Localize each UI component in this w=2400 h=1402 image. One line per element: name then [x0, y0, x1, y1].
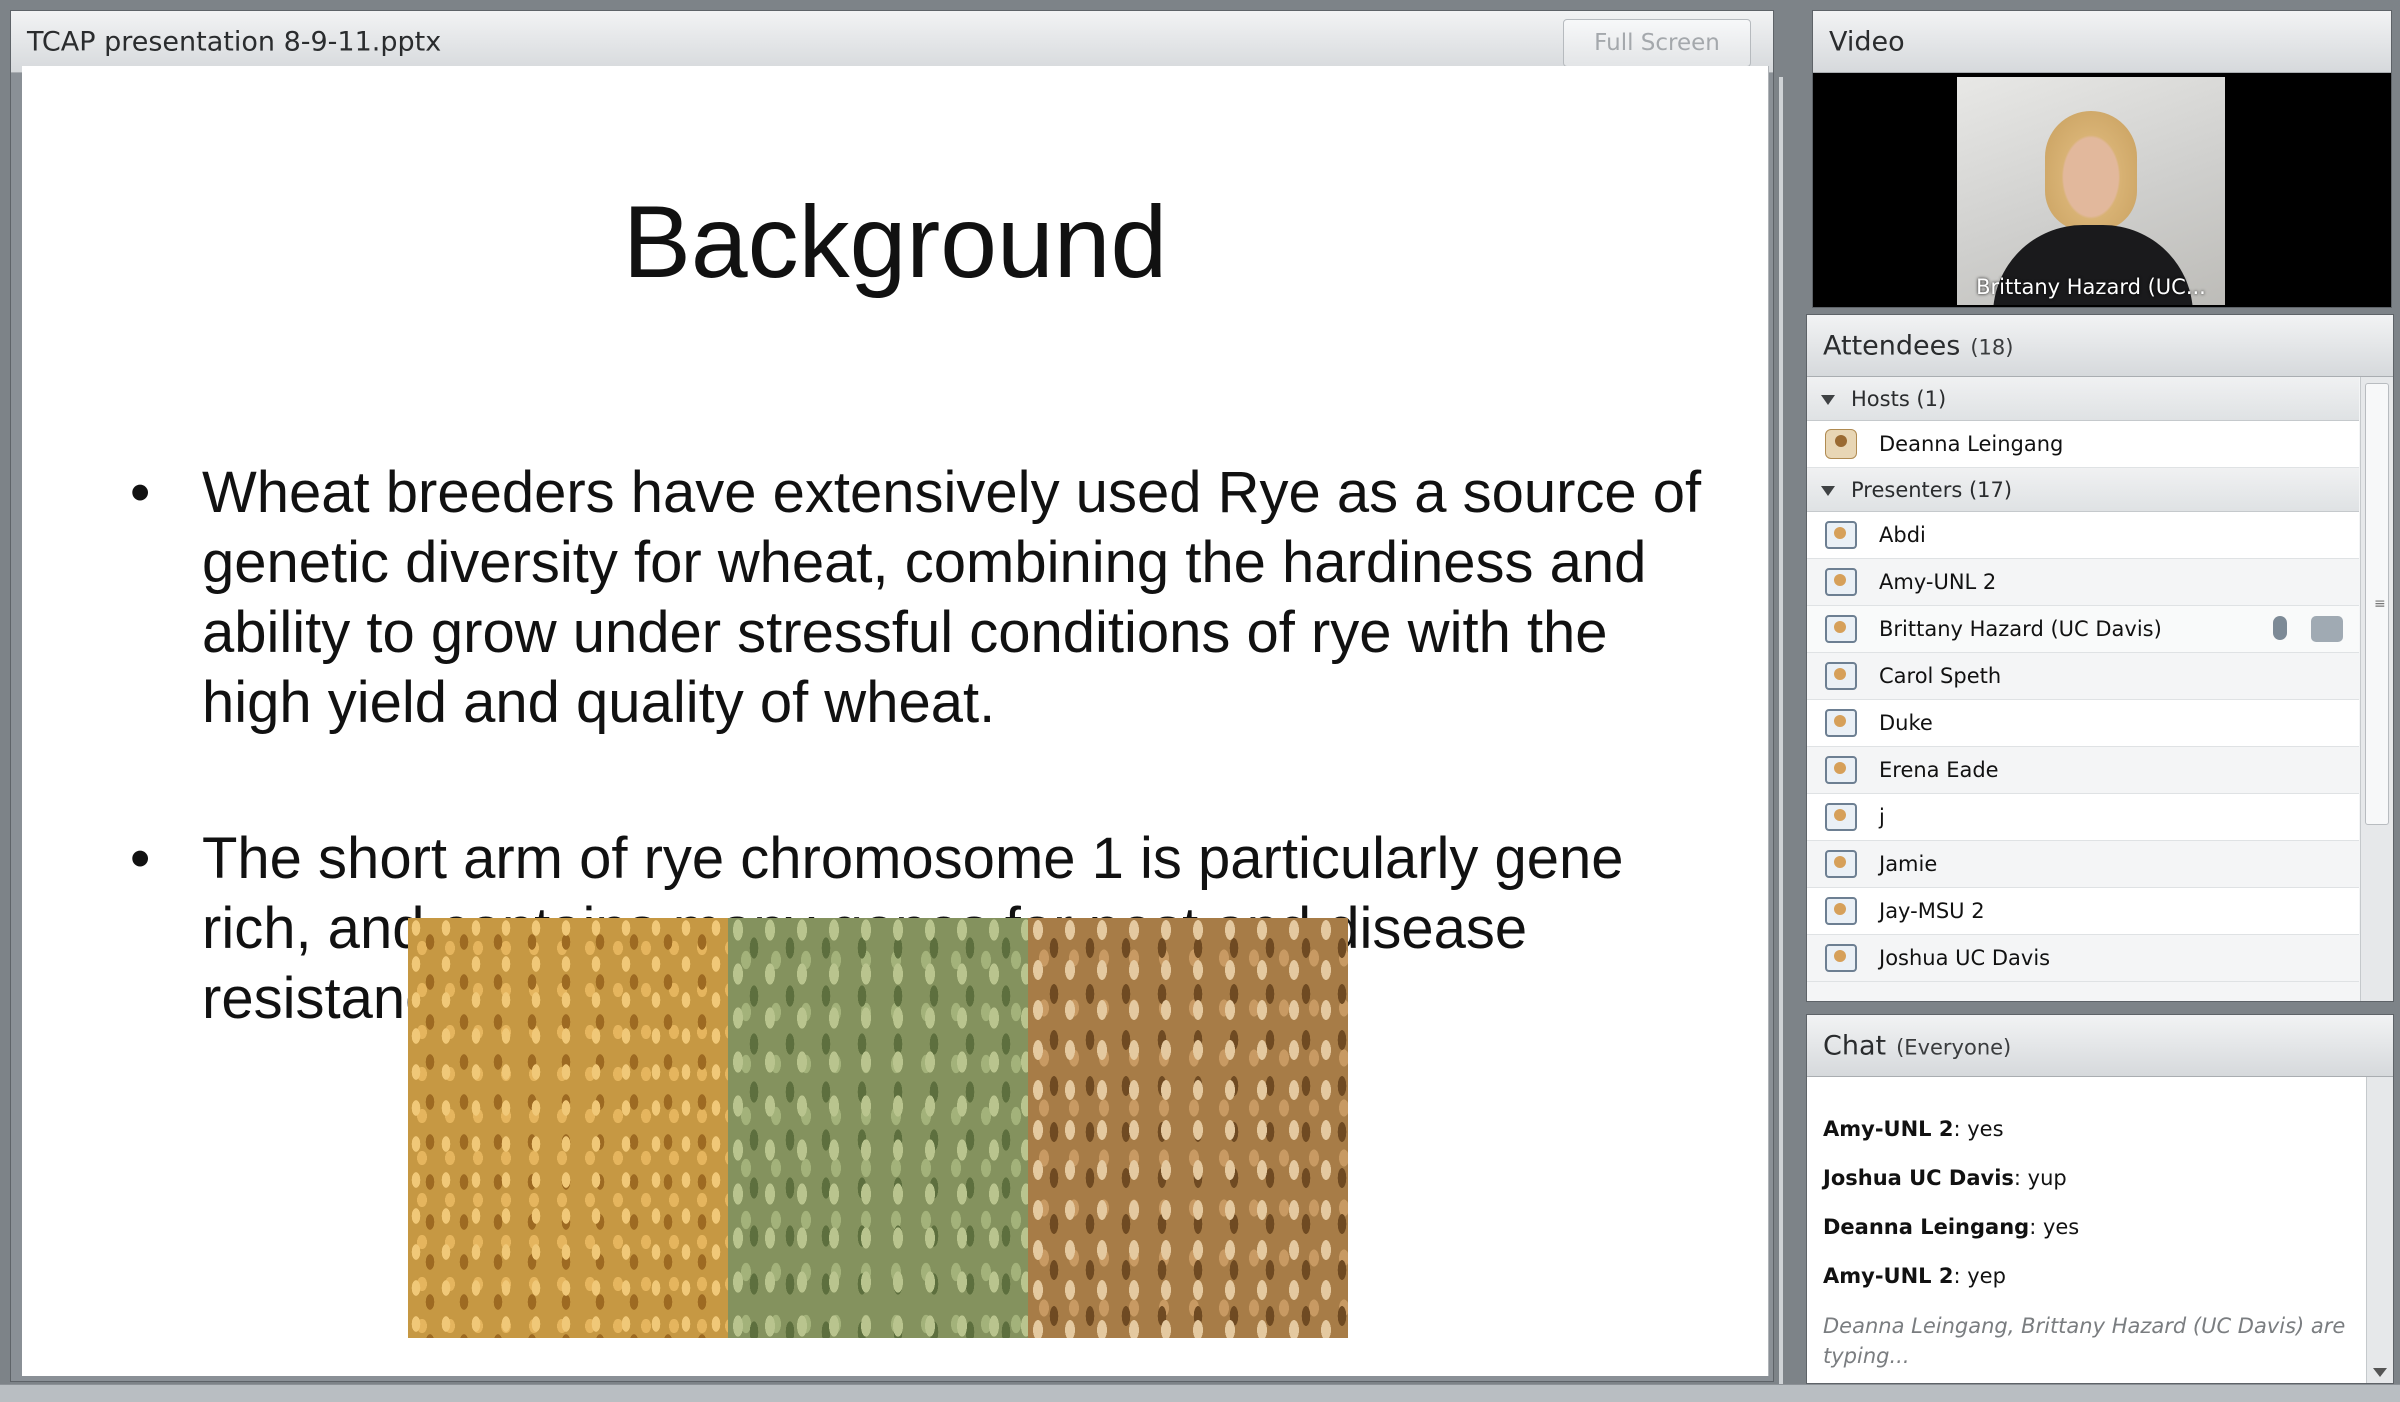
chat-header: Chat (Everyone)	[1807, 1015, 2393, 1077]
chat-text: yes	[2042, 1215, 2080, 1239]
hosts-group-header[interactable]: Hosts (1)	[1807, 377, 2359, 421]
attendee-name: Abdi	[1879, 523, 1926, 547]
presenter-icon	[1825, 897, 1857, 925]
presenter-icon	[1825, 803, 1857, 831]
host-icon	[1825, 429, 1857, 459]
chat-scrollbar[interactable]	[2366, 1077, 2393, 1383]
presenter-icon	[1825, 850, 1857, 878]
attendee-row[interactable]: Deanna Leingang	[1807, 421, 2359, 468]
chat-text: yep	[1967, 1264, 2006, 1288]
chat-sender: Deanna Leingang	[1823, 1215, 2030, 1239]
slide-bullet-text: Wheat breeders have extensively used Rye…	[202, 460, 1702, 735]
collapse-triangle-icon[interactable]	[1821, 486, 1835, 496]
scroll-grip-icon: ≡	[2374, 596, 2386, 612]
wheat-grain-image	[408, 918, 728, 1338]
presenter-icon	[1825, 709, 1857, 737]
attendees-scrollbar[interactable]: ≡	[2360, 377, 2393, 1001]
presenter-icon	[1825, 756, 1857, 784]
chat-pod: Chat (Everyone) Amy-UNL 2: yes Joshua UC …	[1806, 1014, 2394, 1384]
attendee-name: Amy-UNL 2	[1879, 570, 1997, 594]
chat-title: Chat	[1823, 1030, 1887, 1061]
attendee-name: Jay-MSU 2	[1879, 899, 1985, 923]
attendees-header: Attendees (18)	[1807, 315, 2393, 377]
fullscreen-button[interactable]: Full Screen	[1563, 19, 1751, 67]
bullet-icon: •	[130, 826, 151, 891]
chat-message: Amy-UNL 2: yes	[1823, 1117, 2004, 1141]
presenter-icon	[1825, 662, 1857, 690]
attendee-name: Jamie	[1879, 852, 1938, 876]
microphone-icon	[2273, 616, 2287, 640]
attendee-name: Carol Speth	[1879, 664, 2002, 688]
video-speaker-name: Brittany Hazard (UC...	[1976, 275, 2206, 299]
presenter-icon	[1825, 944, 1857, 972]
presenter-icon	[1825, 521, 1857, 549]
presentation-file-title: TCAP presentation 8-9-11.pptx	[27, 26, 442, 57]
chat-title-wrap: Chat (Everyone)	[1823, 1030, 2011, 1061]
slide-scrollbar[interactable]	[1779, 77, 1783, 1387]
attendee-row[interactable]: Joshua UC Davis	[1807, 935, 2359, 982]
presenters-group-label: Presenters (17)	[1851, 478, 2013, 502]
bottom-status-strip	[0, 1384, 2400, 1402]
scroll-down-arrow-icon[interactable]	[2373, 1368, 2387, 1377]
speaker-head	[2045, 111, 2137, 231]
attendees-scroll-thumb[interactable]: ≡	[2365, 383, 2389, 825]
attendee-name: Deanna Leingang	[1879, 432, 2064, 456]
attendee-row[interactable]: Abdi	[1807, 512, 2359, 559]
chat-message: Joshua UC Davis: yup	[1823, 1166, 2067, 1190]
attendee-name: Erena Eade	[1879, 758, 1999, 782]
webcam-video[interactable]: Brittany Hazard (UC...	[1957, 77, 2225, 305]
attendee-name: Joshua UC Davis	[1879, 946, 2051, 970]
hosts-group-label: Hosts (1)	[1851, 387, 1947, 411]
attendee-row[interactable]: Duke	[1807, 700, 2359, 747]
attendee-name: j	[1879, 805, 1885, 829]
attendees-pod: Attendees (18) Hosts (1) Deanna Leingang …	[1806, 314, 2394, 1002]
chat-sender: Joshua UC Davis	[1823, 1166, 2014, 1190]
presenters-group-header[interactable]: Presenters (17)	[1807, 468, 2359, 512]
typing-indicator: Deanna Leingang, Brittany Hazard (UC Dav…	[1823, 1314, 2346, 1368]
attendees-title-wrap: Attendees (18)	[1823, 330, 2013, 361]
slide-canvas: Background • Wheat breeders have extensi…	[22, 66, 1769, 1376]
attendee-name: Duke	[1879, 711, 1933, 735]
chat-sender: Amy-UNL 2	[1823, 1264, 1954, 1288]
attendee-row[interactable]: Jamie	[1807, 841, 2359, 888]
video-header: Video	[1813, 11, 2391, 73]
attendee-row[interactable]: Jay-MSU 2	[1807, 888, 2359, 935]
grain-comparison-photo	[408, 918, 1348, 1338]
chat-sender: Amy-UNL 2	[1823, 1117, 1954, 1141]
chat-text: yes	[1967, 1117, 2004, 1141]
chat-message: Deanna Leingang: yes	[1823, 1215, 2080, 1239]
chat-message: Amy-UNL 2: yep	[1823, 1264, 2006, 1288]
attendee-row[interactable]: Erena Eade	[1807, 747, 2359, 794]
video-pod: Video Brittany Hazard (UC...	[1812, 10, 2392, 308]
slide-title: Background	[622, 185, 1168, 299]
attendee-row[interactable]: Carol Speth	[1807, 653, 2359, 700]
attendee-row[interactable]: Amy-UNL 2	[1807, 559, 2359, 606]
chat-messages: Amy-UNL 2: yes Joshua UC Davis: yup Dean…	[1823, 1105, 2353, 1301]
attendee-row[interactable]: j	[1807, 794, 2359, 841]
bullet-icon: •	[130, 460, 151, 525]
attendees-list: Hosts (1) Deanna Leingang Presenters (17…	[1807, 377, 2359, 1001]
triticale-grain-image	[1028, 918, 1348, 1338]
video-pod-title: Video	[1829, 26, 1905, 57]
rye-grain-image	[728, 918, 1028, 1338]
attendees-title: Attendees	[1823, 330, 1961, 361]
webcam-icon	[2311, 616, 2343, 642]
attendee-row[interactable]: Brittany Hazard (UC Davis)	[1807, 606, 2359, 653]
presentation-header: TCAP presentation 8-9-11.pptx Full Scree…	[11, 11, 1773, 73]
chat-scope: (Everyone)	[1896, 1035, 2012, 1059]
chat-text: yup	[2027, 1166, 2067, 1190]
attendee-name: Brittany Hazard (UC Davis)	[1879, 617, 2162, 641]
attendees-count: (18)	[1970, 335, 2014, 359]
presenter-icon	[1825, 568, 1857, 596]
collapse-triangle-icon[interactable]	[1821, 395, 1835, 405]
presenter-icon	[1825, 615, 1857, 643]
